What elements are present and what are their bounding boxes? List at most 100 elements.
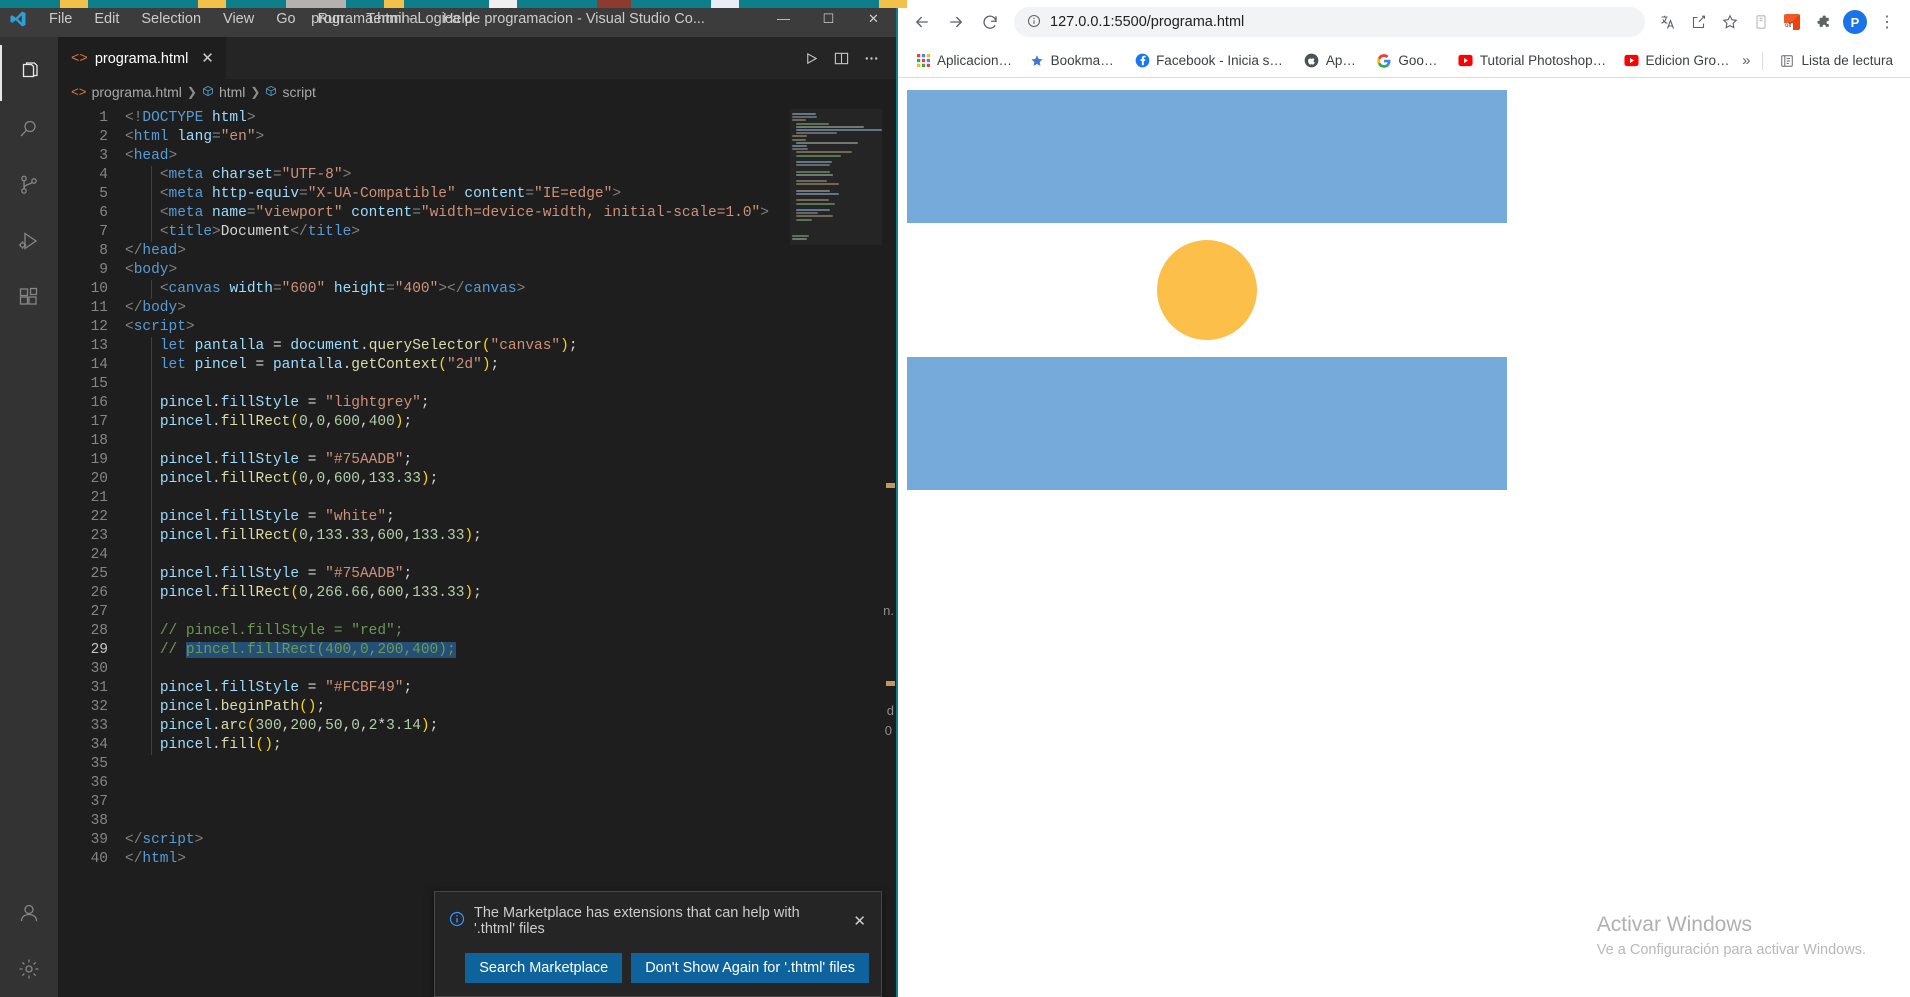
code-line[interactable] [124, 375, 896, 394]
taskbar-item[interactable] [631, 0, 711, 8]
back-button[interactable] [906, 6, 938, 38]
code-line[interactable]: pincel.beginPath(); [124, 698, 896, 717]
taskbar-item[interactable] [60, 0, 88, 8]
extension-off-icon[interactable]: off [1777, 7, 1807, 37]
bookmark-google[interactable]: Google [1368, 49, 1449, 73]
code-line[interactable]: pincel.fillRect(0,266.66,600,133.33); [124, 584, 896, 603]
taskbar-item[interactable] [489, 0, 517, 8]
breadcrumb-script[interactable]: script [282, 84, 315, 100]
share-icon[interactable] [1684, 7, 1714, 37]
taskbar-item[interactable] [597, 0, 631, 8]
bookmark-bookmarks[interactable]: Bookmarks [1021, 49, 1126, 73]
code-line[interactable]: pincel.fillStyle = "#75AADB"; [124, 451, 896, 470]
code-line[interactable]: <title>Document</title> [124, 223, 896, 242]
code-line[interactable]: <meta http-equiv="X-UA-Compatible" conte… [124, 185, 896, 204]
taskbar-item[interactable] [739, 0, 879, 8]
vscode-menu-bar[interactable]: File Edit Selection View Go Run Terminal… [36, 7, 484, 31]
code-line[interactable] [124, 660, 896, 679]
url-text[interactable]: 127.0.0.1:5500/programa.html [1050, 14, 1244, 30]
code-line[interactable]: </head> [124, 242, 896, 261]
code-line[interactable] [124, 432, 896, 451]
code-line[interactable]: <!DOCTYPE html> [124, 109, 896, 128]
reading-list-button[interactable]: Lista de lectura [1771, 49, 1901, 73]
code-line[interactable]: let pincel = pantalla.getContext("2d"); [124, 356, 896, 375]
tab-close-icon[interactable]: ✕ [201, 51, 214, 66]
explorer-icon[interactable] [0, 45, 58, 101]
menu-file[interactable]: File [38, 7, 83, 31]
run-and-debug-icon[interactable] [0, 213, 58, 269]
code-line[interactable]: <head> [124, 147, 896, 166]
code-line[interactable]: pincel.fillRect(0,0,600,400); [124, 413, 896, 432]
code-line[interactable]: <html lang="en"> [124, 128, 896, 147]
taskbar-item[interactable] [404, 0, 489, 8]
code-line[interactable] [124, 793, 896, 812]
taskbar-item[interactable] [198, 0, 226, 8]
bookmark-star-icon[interactable] [1715, 7, 1745, 37]
run-play-icon[interactable] [796, 37, 826, 79]
taskbar-item[interactable] [286, 0, 346, 8]
menu-help[interactable]: Help [432, 7, 484, 31]
code-line[interactable]: </body> [124, 299, 896, 318]
chrome-menu-icon[interactable]: ⋮ [1872, 7, 1902, 37]
code-line[interactable]: // pincel.fillStyle = "red"; [124, 622, 896, 641]
taskbar-item[interactable] [711, 0, 739, 8]
taskbar-item[interactable] [879, 0, 907, 8]
code-text[interactable]: <!DOCTYPE html> <html lang="en"> <head> <m… [124, 105, 896, 997]
taskbar-item[interactable] [88, 0, 198, 8]
code-line[interactable] [124, 755, 896, 774]
breadcrumb[interactable]: <> programa.html ❯ html ❯ script [58, 79, 896, 105]
settings-gear-icon[interactable] [0, 941, 58, 997]
bookmark-facebook[interactable]: Facebook - Inicia se... [1126, 49, 1296, 73]
menu-selection[interactable]: Selection [130, 7, 212, 31]
code-line[interactable] [124, 603, 896, 622]
search-marketplace-button[interactable]: Search Marketplace [465, 953, 623, 983]
code-line[interactable]: <script> [124, 318, 896, 337]
site-info-icon[interactable] [1027, 14, 1041, 31]
menu-terminal[interactable]: Terminal [355, 7, 432, 31]
code-line[interactable] [124, 812, 896, 831]
close-icon[interactable]: ✕ [850, 912, 869, 930]
bookmarks-overflow-icon[interactable]: » [1738, 52, 1754, 69]
code-line[interactable]: </script> [124, 831, 896, 850]
code-editor[interactable]: 1 2 3 4 5 6 7 8 9 10 11 12 13 14 15 16 17 18 19 20 21 22 23 24 2… [58, 105, 896, 997]
more-actions-icon[interactable] [856, 37, 886, 79]
taskbar-item[interactable] [346, 0, 384, 8]
split-editor-icon[interactable] [826, 37, 856, 79]
breadcrumb-html[interactable]: html [219, 84, 245, 100]
code-line[interactable]: </html> [124, 850, 896, 869]
address-bar[interactable]: 127.0.0.1:5500/programa.html [1014, 7, 1645, 37]
taskbar-item[interactable] [384, 0, 404, 8]
bookmark-aplicaciones[interactable]: Aplicaciones [907, 49, 1021, 73]
forward-button[interactable] [940, 6, 972, 38]
code-line[interactable]: // pincel.fillRect(400,0,200,400); [124, 641, 896, 660]
code-line[interactable]: pincel.fillStyle = "white"; [124, 508, 896, 527]
menu-run[interactable]: Run [307, 7, 356, 31]
code-line[interactable]: pincel.fillRect(0,0,600,133.33); [124, 470, 896, 489]
bookmark-apple[interactable]: Apple [1296, 49, 1368, 73]
breadcrumb-file[interactable]: programa.html [92, 84, 182, 100]
extensions-icon[interactable] [0, 269, 58, 325]
code-line[interactable]: pincel.fillStyle = "lightgrey"; [124, 394, 896, 413]
bookmark-edicion-grosa[interactable]: Edicion Grosa [1615, 49, 1738, 73]
tab-programa-html[interactable]: <> programa.html ✕ [58, 37, 227, 79]
code-line[interactable]: <meta name="viewport" content="width=dev… [124, 204, 896, 223]
dont-show-again-button[interactable]: Don't Show Again for '.thtml' files [631, 953, 869, 983]
accounts-icon[interactable] [0, 885, 58, 941]
code-line[interactable]: let pantalla = document.querySelector("c… [124, 337, 896, 356]
code-line[interactable]: <meta charset="UTF-8"> [124, 166, 896, 185]
code-line[interactable]: <canvas width="600" height="400"></canva… [124, 280, 896, 299]
scrollbar-overview[interactable] [882, 105, 896, 997]
extensions-puzzle-icon[interactable] [1808, 7, 1838, 37]
search-icon[interactable] [0, 101, 58, 157]
code-line[interactable]: pincel.arc(300,200,50,0,2*3.14); [124, 717, 896, 736]
media-icon[interactable] [1746, 7, 1776, 37]
bookmark-tutorial-photoshop[interactable]: Tutorial Photoshop:... [1450, 49, 1616, 73]
taskbar-item[interactable] [0, 0, 60, 8]
code-line[interactable] [124, 774, 896, 793]
taskbar-item[interactable] [226, 0, 286, 8]
translate-icon[interactable] [1653, 7, 1683, 37]
code-line[interactable]: pincel.fill(); [124, 736, 896, 755]
menu-view[interactable]: View [212, 7, 265, 31]
source-control-icon[interactable] [0, 157, 58, 213]
menu-go[interactable]: Go [265, 7, 306, 31]
